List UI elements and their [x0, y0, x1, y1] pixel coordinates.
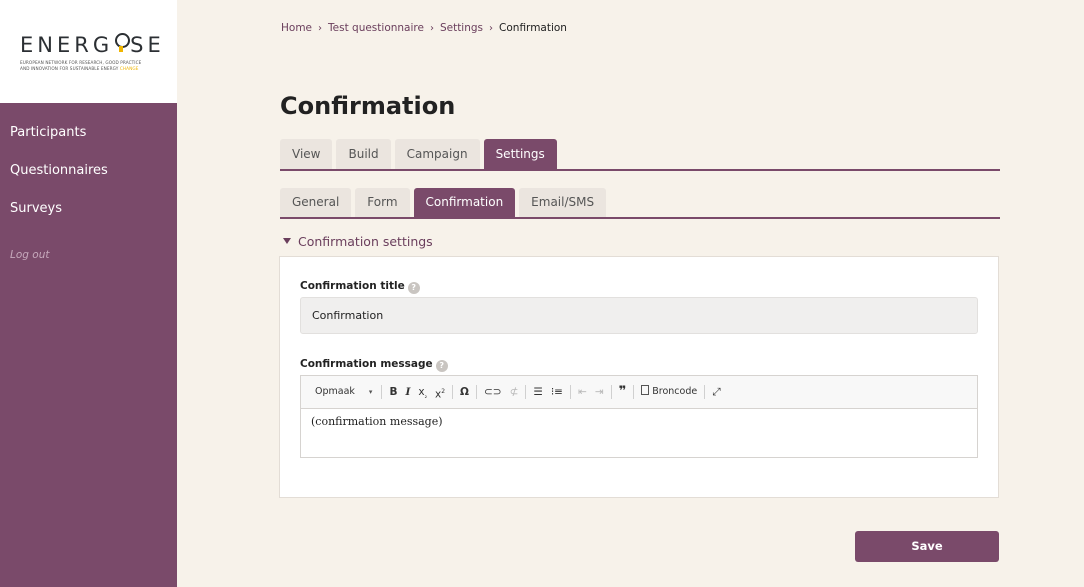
indent-icon[interactable]: ⇥ [591, 383, 608, 401]
confirmation-message-label: Confirmation message? [300, 358, 448, 372]
confirmation-title-input[interactable]: Confirmation [300, 297, 978, 334]
outdent-icon[interactable]: ⇤ [574, 383, 591, 401]
sidebar-nav: Participants Questionnaires Surveys Log … [0, 103, 177, 587]
editor-content[interactable]: (confirmation message) [301, 409, 977, 434]
breadcrumb: Home › Test questionnaire › Settings › Confirm… [281, 22, 567, 34]
primary-tabs: View Build Campaign Settings [280, 139, 1000, 171]
subtab-form[interactable]: Form [355, 188, 410, 217]
subtab-confirmation[interactable]: Confirmation [413, 188, 516, 217]
logo[interactable]: ENERG SE EUROPEAN NETWORK FOR RESEARCH, G… [0, 0, 177, 103]
section-title: Confirmation settings [298, 234, 433, 249]
save-button[interactable]: Save [855, 531, 999, 562]
blockquote-icon[interactable]: ❞ [615, 383, 631, 401]
help-icon[interactable]: ? [435, 360, 448, 372]
confirmation-settings-toggle[interactable]: Confirmation settings [283, 234, 433, 249]
bulleted-list-icon[interactable]: ⁝≡ [547, 383, 567, 401]
tab-build[interactable]: Build [336, 139, 391, 169]
main-content: Home › Test questionnaire › Settings › Confirm… [177, 0, 1084, 587]
subtab-email-sms[interactable]: Email/SMS [519, 188, 607, 217]
secondary-tabs: General Form Confirmation Email/SMS [280, 188, 1000, 219]
breadcrumb-questionnaire[interactable]: Test questionnaire [328, 22, 424, 34]
breadcrumb-separator: › [429, 23, 434, 34]
subscript-icon[interactable]: x₂ [414, 383, 431, 401]
document-icon [641, 385, 650, 395]
lightbulb-icon [114, 33, 131, 53]
breadcrumb-separator: › [489, 23, 494, 34]
breadcrumb-settings[interactable]: Settings [440, 22, 483, 34]
logo-tagline: EUROPEAN NETWORK FOR RESEARCH, GOOD PRAC… [20, 60, 142, 71]
caret-down-icon [283, 238, 291, 244]
tab-view[interactable]: View [280, 139, 333, 169]
unlink-icon[interactable]: ⊄ [506, 383, 523, 401]
logout-link[interactable]: Log out [0, 249, 177, 261]
breadcrumb-separator: › [318, 23, 323, 34]
link-icon[interactable]: ⊂⊃ [480, 383, 506, 401]
subtab-general[interactable]: General [280, 188, 352, 217]
editor-toolbar: Opmaak ▾ B I x₂ x2 Ω ⊂⊃ ⊄ ☰ ⁝≡ ⇤ ⇥ ❞ Bro… [301, 376, 977, 409]
numbered-list-icon[interactable]: ☰ [529, 383, 546, 401]
sidebar-item-surveys[interactable]: Surveys [0, 199, 177, 237]
breadcrumb-home[interactable]: Home [281, 22, 312, 34]
special-character-icon[interactable]: Ω [456, 383, 473, 401]
sidebar-item-participants[interactable]: Participants [0, 123, 177, 161]
breadcrumb-current: Confirmation [499, 22, 567, 34]
logo-wordmark: ENERG SE [20, 33, 165, 57]
italic-icon[interactable]: I [401, 383, 414, 401]
tab-settings[interactable]: Settings [483, 139, 557, 169]
confirmation-settings-panel: Confirmation title? Confirmation Confirm… [279, 256, 999, 498]
rich-text-editor: Opmaak ▾ B I x₂ x2 Ω ⊂⊃ ⊄ ☰ ⁝≡ ⇤ ⇥ ❞ Bro… [300, 375, 978, 458]
page-title: Confirmation [280, 92, 456, 120]
tab-campaign[interactable]: Campaign [394, 139, 480, 169]
source-button[interactable]: Broncode [637, 383, 701, 401]
confirmation-title-label: Confirmation title? [300, 280, 420, 294]
bold-icon[interactable]: B [385, 383, 401, 401]
sidebar-item-questionnaires[interactable]: Questionnaires [0, 161, 177, 199]
sidebar: ENERG SE EUROPEAN NETWORK FOR RESEARCH, G… [0, 0, 177, 587]
maximize-icon[interactable]: ⤢ [708, 383, 724, 401]
format-dropdown[interactable]: Opmaak ▾ [311, 383, 378, 401]
help-icon[interactable]: ? [407, 282, 420, 294]
superscript-icon[interactable]: x2 [431, 383, 449, 401]
